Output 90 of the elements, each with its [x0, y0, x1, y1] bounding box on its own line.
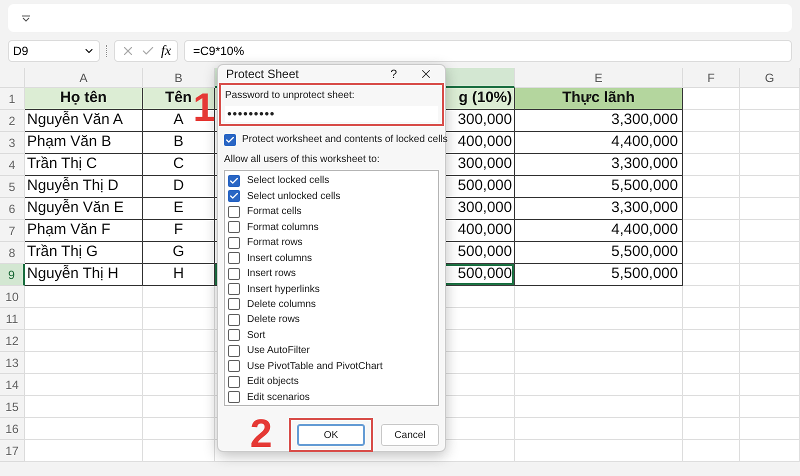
- table-header-cell: Thực lãnh: [515, 88, 683, 110]
- check-icon: [229, 176, 239, 186]
- table-cell: 4,400,000: [515, 220, 683, 242]
- allow-label: Allow all users of this worksheet to:: [223, 153, 381, 167]
- table-cell: H: [143, 264, 215, 286]
- customize-icon[interactable]: [22, 14, 30, 22]
- column-header[interactable]: G: [740, 68, 800, 88]
- row-header[interactable]: 7: [0, 220, 25, 242]
- permission-label: Format columns: [247, 220, 319, 235]
- table-cell: 3,300,000: [515, 198, 683, 220]
- row-header[interactable]: 9: [0, 264, 25, 286]
- table-cell: 5,500,000: [515, 176, 683, 198]
- checkbox[interactable]: [228, 268, 240, 280]
- table-header-cell: Họ tên: [25, 88, 143, 110]
- row-header[interactable]: 17: [0, 440, 25, 462]
- table-cell: Nguyễn Văn E: [25, 198, 143, 220]
- checkbox[interactable]: [228, 360, 240, 372]
- table-cell: Nguyễn Văn A: [25, 110, 143, 132]
- permission-label: Delete columns: [247, 298, 316, 312]
- checkbox[interactable]: [228, 252, 240, 264]
- table-cell: Phạm Văn B: [25, 132, 143, 154]
- table-cell: 5,500,000: [515, 264, 683, 286]
- checkbox[interactable]: [224, 134, 236, 146]
- table-cell: Phạm Văn F: [25, 220, 143, 242]
- check-icon: [225, 134, 235, 144]
- permission-label: Edit scenarios: [247, 390, 310, 405]
- table-cell: 3,300,000: [515, 154, 683, 176]
- table-cell: Trần Thị C: [25, 154, 143, 176]
- table-header-cell-text: g (10%): [458, 88, 512, 108]
- check-icon: [229, 191, 239, 202]
- help-button[interactable]: ?: [390, 65, 397, 83]
- row-header[interactable]: 13: [0, 352, 25, 374]
- permission-label: Insert columns: [247, 252, 312, 266]
- row-header[interactable]: 5: [0, 176, 25, 198]
- checkbox[interactable]: [228, 190, 240, 202]
- permission-label: Use PivotTable and PivotChart: [247, 360, 383, 374]
- row-header[interactable]: 3: [0, 132, 25, 154]
- table-cell: E: [143, 198, 215, 220]
- checkbox[interactable]: [228, 236, 240, 249]
- row-header[interactable]: 12: [0, 330, 25, 352]
- row-header[interactable]: 16: [0, 418, 25, 440]
- table-cell: Nguyễn Thị D: [25, 176, 143, 198]
- table-cell: F: [143, 220, 215, 242]
- step-number: 2: [250, 414, 272, 454]
- row-header[interactable]: 1: [0, 88, 25, 110]
- permission-label: Select locked cells: [247, 174, 330, 188]
- table-cell: Nguyễn Thị H: [25, 264, 143, 286]
- table-cell: G: [143, 242, 215, 264]
- checkbox[interactable]: [228, 283, 240, 296]
- formula-field[interactable]: =C9*10%: [184, 40, 792, 62]
- permission-label: Edit objects: [247, 375, 299, 390]
- checkbox[interactable]: [228, 314, 240, 326]
- table-cell: D: [143, 176, 215, 198]
- checkbox[interactable]: [228, 298, 240, 310]
- close-icon[interactable]: [419, 67, 433, 81]
- row-header[interactable]: 14: [0, 374, 25, 396]
- checkbox[interactable]: [228, 344, 240, 357]
- checkbox[interactable]: [228, 174, 240, 187]
- table-cell: 5,500,000: [515, 242, 683, 264]
- row-header[interactable]: 15: [0, 396, 25, 418]
- table-cell: 3,300,000: [515, 110, 683, 132]
- row-header[interactable]: 6: [0, 198, 25, 220]
- checkbox[interactable]: [228, 376, 240, 388]
- ok-button[interactable]: OK: [297, 424, 365, 446]
- row-header[interactable]: 11: [0, 308, 25, 330]
- function-icon[interactable]: fx: [161, 40, 172, 62]
- password-label: Password to unprotect sheet:: [225, 89, 356, 103]
- permission-label: Format cells: [247, 205, 302, 220]
- dialog-title: Protect Sheet: [226, 66, 299, 83]
- checkbox[interactable]: [228, 221, 240, 234]
- checkbox-label: Protect worksheet and contents of locked cells: [242, 133, 448, 147]
- table-cell: 4,400,000: [515, 132, 683, 154]
- permission-label: Delete rows: [247, 313, 300, 328]
- checkbox[interactable]: [228, 329, 240, 342]
- name-box[interactable]: D9: [8, 40, 100, 62]
- checkbox[interactable]: [228, 206, 240, 218]
- permission-label: Insert rows: [247, 267, 296, 282]
- table-cell: B: [143, 132, 215, 154]
- checkbox[interactable]: [228, 391, 240, 404]
- column-header[interactable]: F: [683, 68, 740, 88]
- table-cell: Trần Thị G: [25, 242, 143, 264]
- row-header[interactable]: 4: [0, 154, 25, 176]
- row-header[interactable]: 8: [0, 242, 25, 264]
- cancel-button[interactable]: Cancel: [381, 424, 439, 446]
- password-field[interactable]: ●●●●●●●●●: [225, 106, 438, 122]
- row-header[interactable]: 10: [0, 286, 25, 308]
- row-header[interactable]: 2: [0, 110, 25, 132]
- permission-label: Sort: [247, 328, 266, 343]
- permission-label: Use AutoFilter: [247, 344, 310, 358]
- table-cell: C: [143, 154, 215, 176]
